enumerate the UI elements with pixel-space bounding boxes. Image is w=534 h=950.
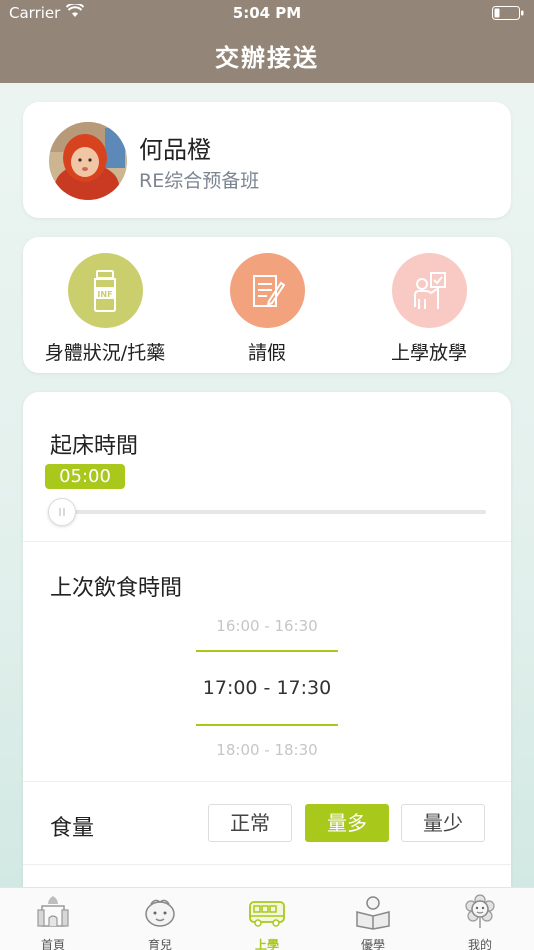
action-label: 請假 bbox=[247, 342, 286, 364]
quick-actions-card: INF 身體狀況/托藥 請假 上學放學 bbox=[23, 237, 511, 373]
tab-learning[interactable]: 優學 bbox=[320, 894, 426, 950]
amount-more-button[interactable]: 量多 bbox=[305, 804, 389, 842]
wake-time-slider[interactable] bbox=[48, 498, 486, 526]
tab-label: 我的 bbox=[467, 938, 492, 950]
tab-label: 上學 bbox=[254, 938, 279, 950]
divider bbox=[23, 864, 511, 865]
tab-label: 首頁 bbox=[40, 938, 65, 950]
wake-time-title: 起床時間 bbox=[50, 434, 139, 459]
handover-form-card: 起床時間 05:00 上次飲食時間 16:00 - 16:30 17:00 - … bbox=[23, 392, 511, 912]
leave-note-icon bbox=[229, 253, 305, 328]
tab-parenting[interactable]: 育兒 bbox=[107, 894, 213, 950]
class-name: RE综合预备班 bbox=[139, 170, 260, 192]
tab-school[interactable]: 上學 bbox=[214, 894, 320, 950]
battery-icon bbox=[492, 6, 524, 20]
school-pickup-button[interactable]: 上學放學 bbox=[349, 253, 509, 364]
slider-handle[interactable] bbox=[48, 498, 76, 526]
page-title: 交辦接送 bbox=[215, 44, 319, 72]
tab-label: 優學 bbox=[360, 938, 385, 950]
child-name: 何品橙 bbox=[139, 136, 211, 164]
child-photo-image bbox=[49, 122, 127, 200]
app-header: Carrier 5:04 PM 交辦接送 bbox=[0, 0, 534, 83]
status-time: 5:04 PM bbox=[232, 4, 302, 22]
amount-less-button[interactable]: 量少 bbox=[401, 804, 485, 842]
tab-home[interactable]: 首頁 bbox=[0, 894, 106, 950]
school-bus-icon bbox=[249, 901, 285, 927]
action-label: 上學放學 bbox=[390, 342, 467, 364]
child-profile-card[interactable]: 何品橙 RE综合预备班 bbox=[23, 102, 511, 218]
meal-time-option[interactable]: 18:00 - 18:30 bbox=[23, 741, 511, 759]
bottom-tab-bar: 首頁 育兒 上學 優學 我的 bbox=[0, 887, 534, 950]
picker-selection-line-top bbox=[196, 650, 338, 652]
health-medicine-button[interactable]: INF 身體狀況/托藥 bbox=[25, 253, 185, 364]
leave-request-button[interactable]: 請假 bbox=[187, 253, 347, 364]
divider bbox=[23, 781, 511, 782]
action-label: 身體狀況/托藥 bbox=[44, 342, 166, 364]
divider bbox=[23, 541, 511, 542]
svg-text:INF: INF bbox=[97, 290, 112, 299]
pickup-person-icon bbox=[391, 253, 467, 328]
last-meal-title: 上次飲食時間 bbox=[50, 576, 183, 601]
food-amount-title: 食量 bbox=[50, 816, 95, 841]
flower-face-icon bbox=[465, 894, 495, 928]
medicine-bottle-icon: INF bbox=[67, 253, 143, 328]
baby-face-icon bbox=[145, 899, 175, 927]
pause-grip-icon bbox=[59, 508, 65, 516]
tab-mine[interactable]: 我的 bbox=[427, 894, 533, 950]
castle-icon bbox=[37, 896, 69, 927]
meal-time-option-selected[interactable]: 17:00 - 17:30 bbox=[23, 677, 511, 699]
amount-normal-button[interactable]: 正常 bbox=[208, 804, 292, 842]
meal-time-option[interactable]: 16:00 - 16:30 bbox=[23, 617, 511, 635]
reading-kid-icon bbox=[356, 896, 390, 930]
picker-selection-line-bottom bbox=[196, 724, 338, 726]
status-bar: Carrier 5:04 PM bbox=[0, 0, 534, 28]
wake-time-value: 05:00 bbox=[45, 464, 125, 489]
avatar[interactable] bbox=[49, 122, 127, 200]
tab-label: 育兒 bbox=[147, 938, 172, 950]
